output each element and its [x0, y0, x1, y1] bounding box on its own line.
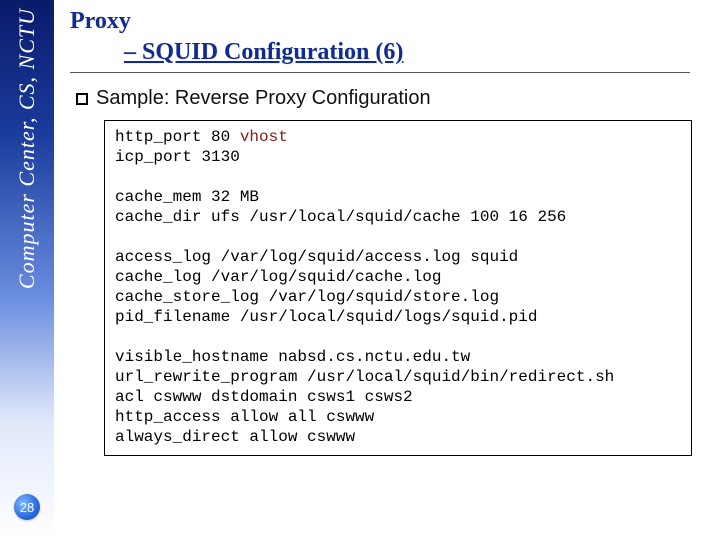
cfg-line-11: acl cswww dstdomain csws1 csws2: [115, 388, 413, 406]
cfg-line-08: pid_filename /usr/local/squid/logs/squid…: [115, 308, 537, 326]
slide-number-badge: 28: [14, 494, 40, 520]
slide-content: Proxy – SQUID Configuration (6) Sample: …: [70, 8, 704, 456]
title-line-2: – SQUID Configuration (6): [124, 39, 704, 66]
cfg-line-10: url_rewrite_program /usr/local/squid/bin…: [115, 368, 614, 386]
sidebar: Computer Center, CS, NCTU 28: [0, 0, 54, 540]
cfg-line-03: cache_mem 32 MB: [115, 188, 259, 206]
cfg-line-07: cache_store_log /var/log/squid/store.log: [115, 288, 499, 306]
config-code-box: http_port 80 vhost icp_port 3130 cache_m…: [104, 120, 692, 456]
cfg-keyword-vhost: vhost: [240, 128, 288, 146]
cfg-line-04: cache_dir ufs /usr/local/squid/cache 100…: [115, 208, 566, 226]
cfg-line-09: visible_hostname nabsd.cs.nctu.edu.tw: [115, 348, 470, 366]
title-divider: [70, 72, 690, 73]
cfg-line-12: http_access allow all cswww: [115, 408, 374, 426]
bullet-text: Sample: Reverse Proxy Configuration: [96, 87, 431, 109]
title-line-1: Proxy: [70, 8, 704, 35]
cfg-line-06: cache_log /var/log/squid/cache.log: [115, 268, 441, 286]
cfg-line-05: access_log /var/log/squid/access.log squ…: [115, 248, 518, 266]
bullet-line: Sample: Reverse Proxy Configuration: [76, 87, 704, 110]
square-bullet-icon: [76, 93, 88, 105]
sidebar-org-label: Computer Center, CS, NCTU: [14, 8, 40, 289]
cfg-line-13: always_direct allow cswww: [115, 428, 355, 446]
cfg-line-02: icp_port 3130: [115, 148, 240, 166]
slide-number-value: 28: [20, 500, 34, 515]
cfg-line-01a: http_port 80: [115, 128, 240, 146]
